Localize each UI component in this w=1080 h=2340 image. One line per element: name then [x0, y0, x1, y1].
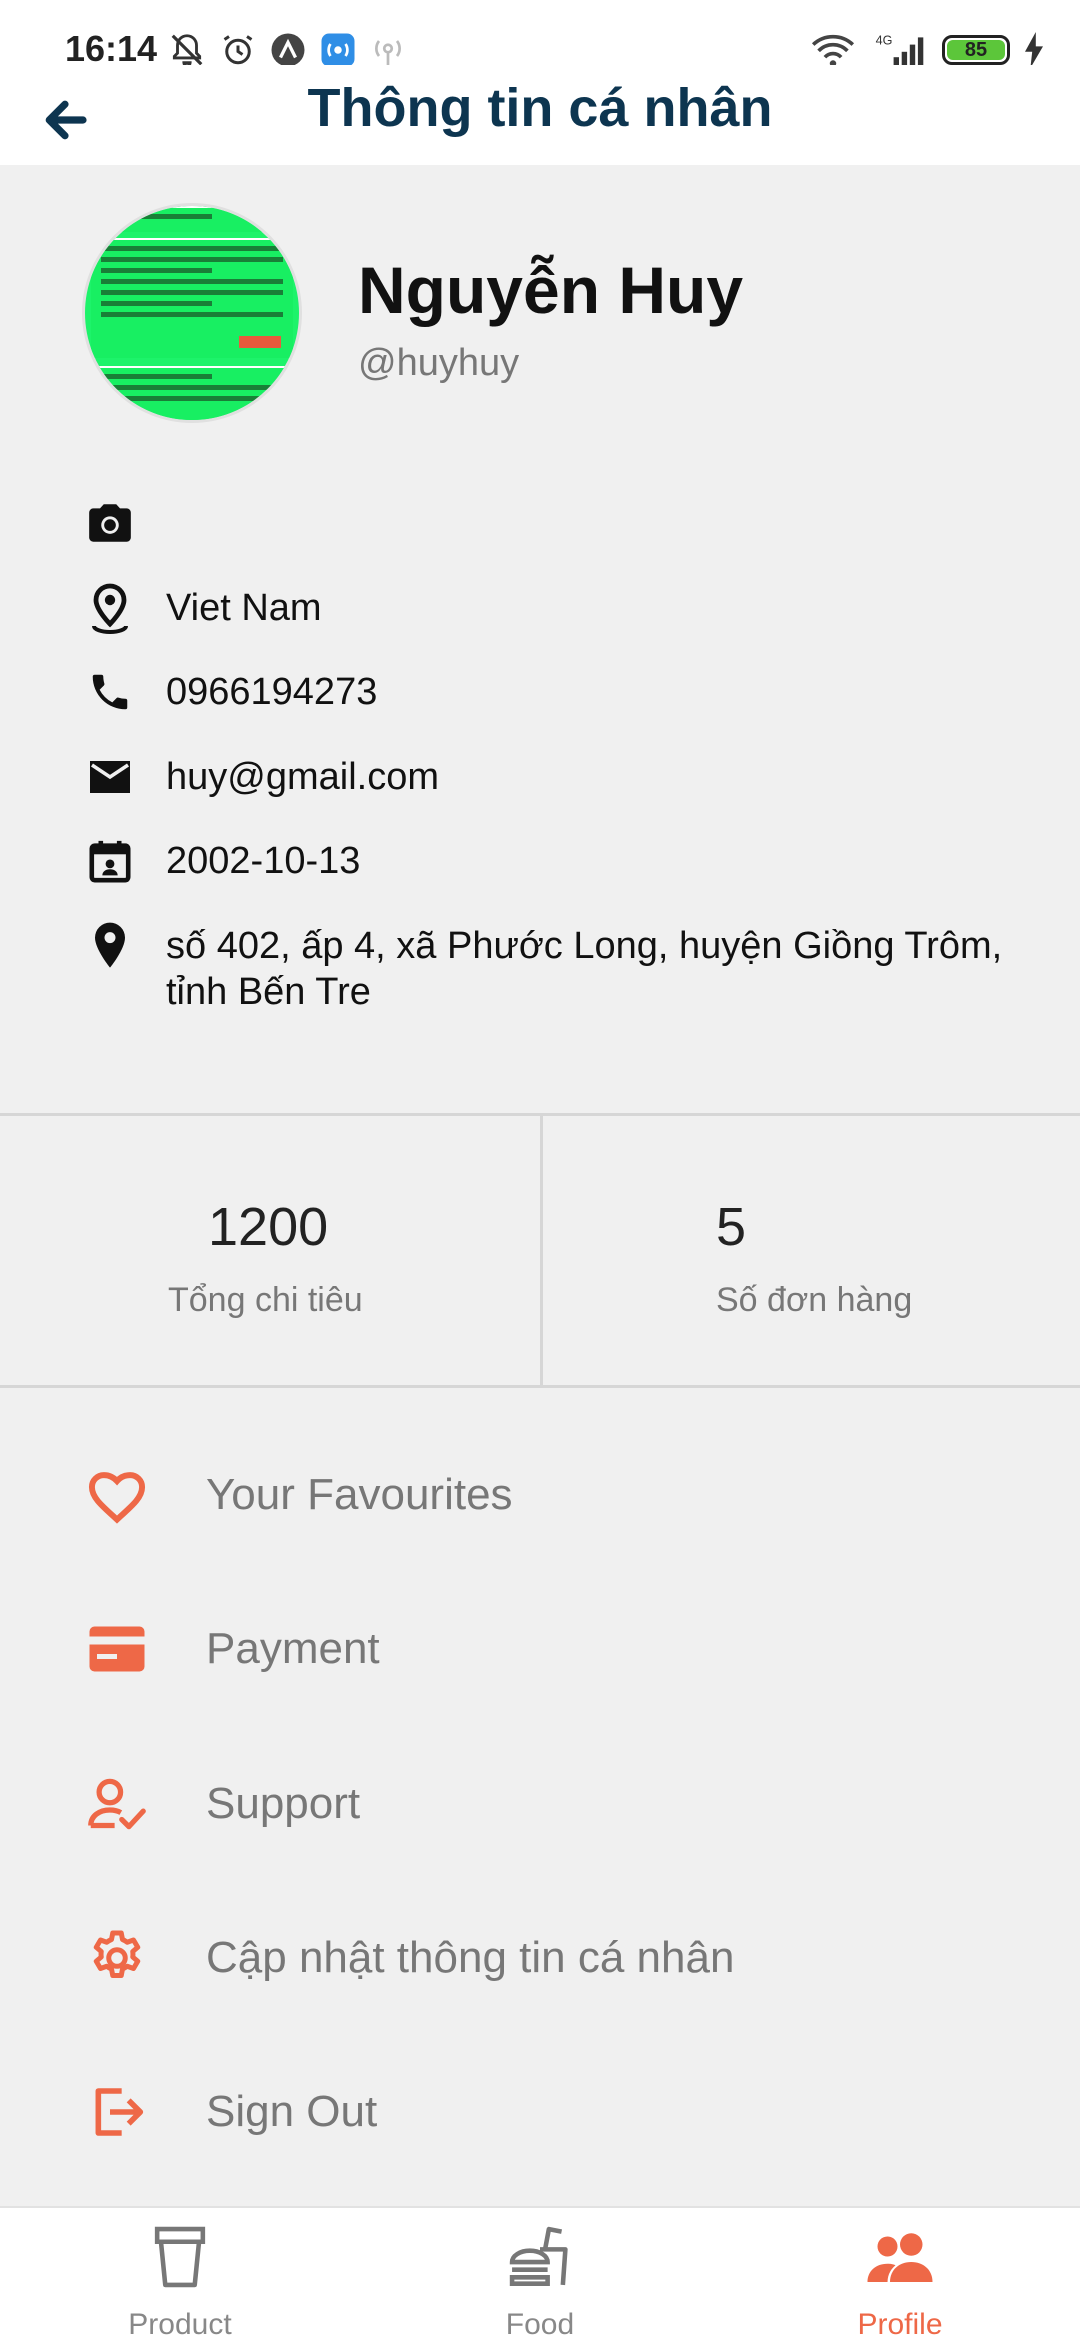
- stat-label: Tổng chi tiêu: [168, 1281, 363, 1319]
- avatar[interactable]: [82, 203, 302, 423]
- tab-label: Product: [128, 2308, 232, 2340]
- avatar-image-card: [91, 366, 293, 420]
- menu-item-update-profile[interactable]: Cập nhật thông tin cá nhân: [84, 1913, 1044, 2003]
- email-text: huy@gmail.com: [166, 756, 439, 798]
- user-name: Nguyễn Huy: [358, 253, 744, 327]
- bell-off-icon: [171, 34, 203, 68]
- gear-icon: [84, 1925, 150, 1991]
- address-text: số 402, ấp 4, xã Phước Long, huyện Giồng…: [166, 925, 1003, 1013]
- menu-item-sign-out[interactable]: Sign Out: [84, 2067, 1044, 2157]
- location-pin-outline-icon: [84, 582, 136, 634]
- location-pin-icon: [84, 920, 136, 972]
- user-check-icon: [84, 1771, 150, 1837]
- app-a-icon: [271, 33, 305, 67]
- avatar-image-card: [91, 206, 293, 232]
- cup-icon: [0, 2222, 360, 2292]
- alarm-icon: [223, 35, 253, 65]
- menu-label: Cập nhật thông tin cá nhân: [206, 1933, 735, 1982]
- camera-icon[interactable]: [84, 497, 136, 549]
- menu-item-payment[interactable]: Payment: [84, 1604, 1044, 1694]
- stat-order-count: 5 Số đơn hàng: [540, 1116, 1080, 1385]
- menu-item-favourites[interactable]: Your Favourites: [84, 1450, 1044, 1540]
- sign-out-icon: [84, 2079, 150, 2145]
- country-row: Viet Nam: [84, 582, 1034, 634]
- tab-label: Food: [505, 2308, 575, 2340]
- hotspot-icon: [375, 40, 401, 65]
- menu-item-support[interactable]: Support: [84, 1759, 1044, 1849]
- menu-label: Support: [206, 1779, 361, 1828]
- phone-text: 0966194273: [166, 671, 378, 713]
- bottom-tab-bar: Product Food Profile: [0, 2206, 1080, 2340]
- hotspot-app-icon: [321, 33, 355, 67]
- mail-icon: [84, 751, 136, 803]
- stat-value: 1200: [208, 1197, 329, 1257]
- battery-indicator: 85: [942, 35, 1010, 65]
- network-type-label: 4G: [876, 34, 893, 48]
- signal-icon: 4G: [876, 34, 924, 68]
- menu-label: Sign Out: [206, 2087, 378, 2136]
- change-photo-row[interactable]: [84, 497, 1034, 549]
- tab-label: Profile: [857, 2308, 943, 2340]
- user-handle: @huyhuy: [358, 342, 520, 384]
- app-header: Thông tin cá nhân: [0, 65, 1080, 165]
- birthday-row: 2002-10-13: [84, 835, 1034, 887]
- phone-icon: [84, 666, 136, 718]
- menu-label: Payment: [206, 1624, 380, 1673]
- charging-icon: [1025, 32, 1043, 68]
- tab-food[interactable]: Food: [360, 2208, 720, 2340]
- wifi-icon: [811, 34, 855, 67]
- avatar-image-card: [91, 238, 293, 358]
- burger-drink-icon: [360, 2222, 720, 2292]
- tab-product[interactable]: Product: [0, 2208, 360, 2340]
- status-time: 16:14: [65, 28, 158, 69]
- stat-value: 5: [716, 1197, 747, 1257]
- address-row: số 402, ấp 4, xã Phước Long, huyện Giồng…: [84, 920, 1034, 1015]
- users-icon: [720, 2222, 1080, 2292]
- heart-icon: [84, 1462, 150, 1528]
- stats-panel: 1200 Tổng chi tiêu 5 Số đơn hàng: [0, 1113, 1080, 1388]
- stat-total-spending: 1200 Tổng chi tiêu: [0, 1116, 540, 1385]
- battery-level: 85: [947, 39, 1005, 61]
- country-text: Viet Nam: [166, 587, 322, 629]
- phone-row: 0966194273: [84, 666, 1034, 718]
- menu-label: Your Favourites: [206, 1470, 513, 1519]
- tab-profile[interactable]: Profile: [720, 2208, 1080, 2340]
- stat-label: Số đơn hàng: [716, 1281, 913, 1319]
- calendar-icon: [84, 835, 136, 887]
- credit-card-icon: [84, 1616, 150, 1682]
- page-title: Thông tin cá nhân: [307, 78, 773, 138]
- birthday-text: 2002-10-13: [166, 840, 361, 882]
- email-row: huy@gmail.com: [84, 751, 1034, 803]
